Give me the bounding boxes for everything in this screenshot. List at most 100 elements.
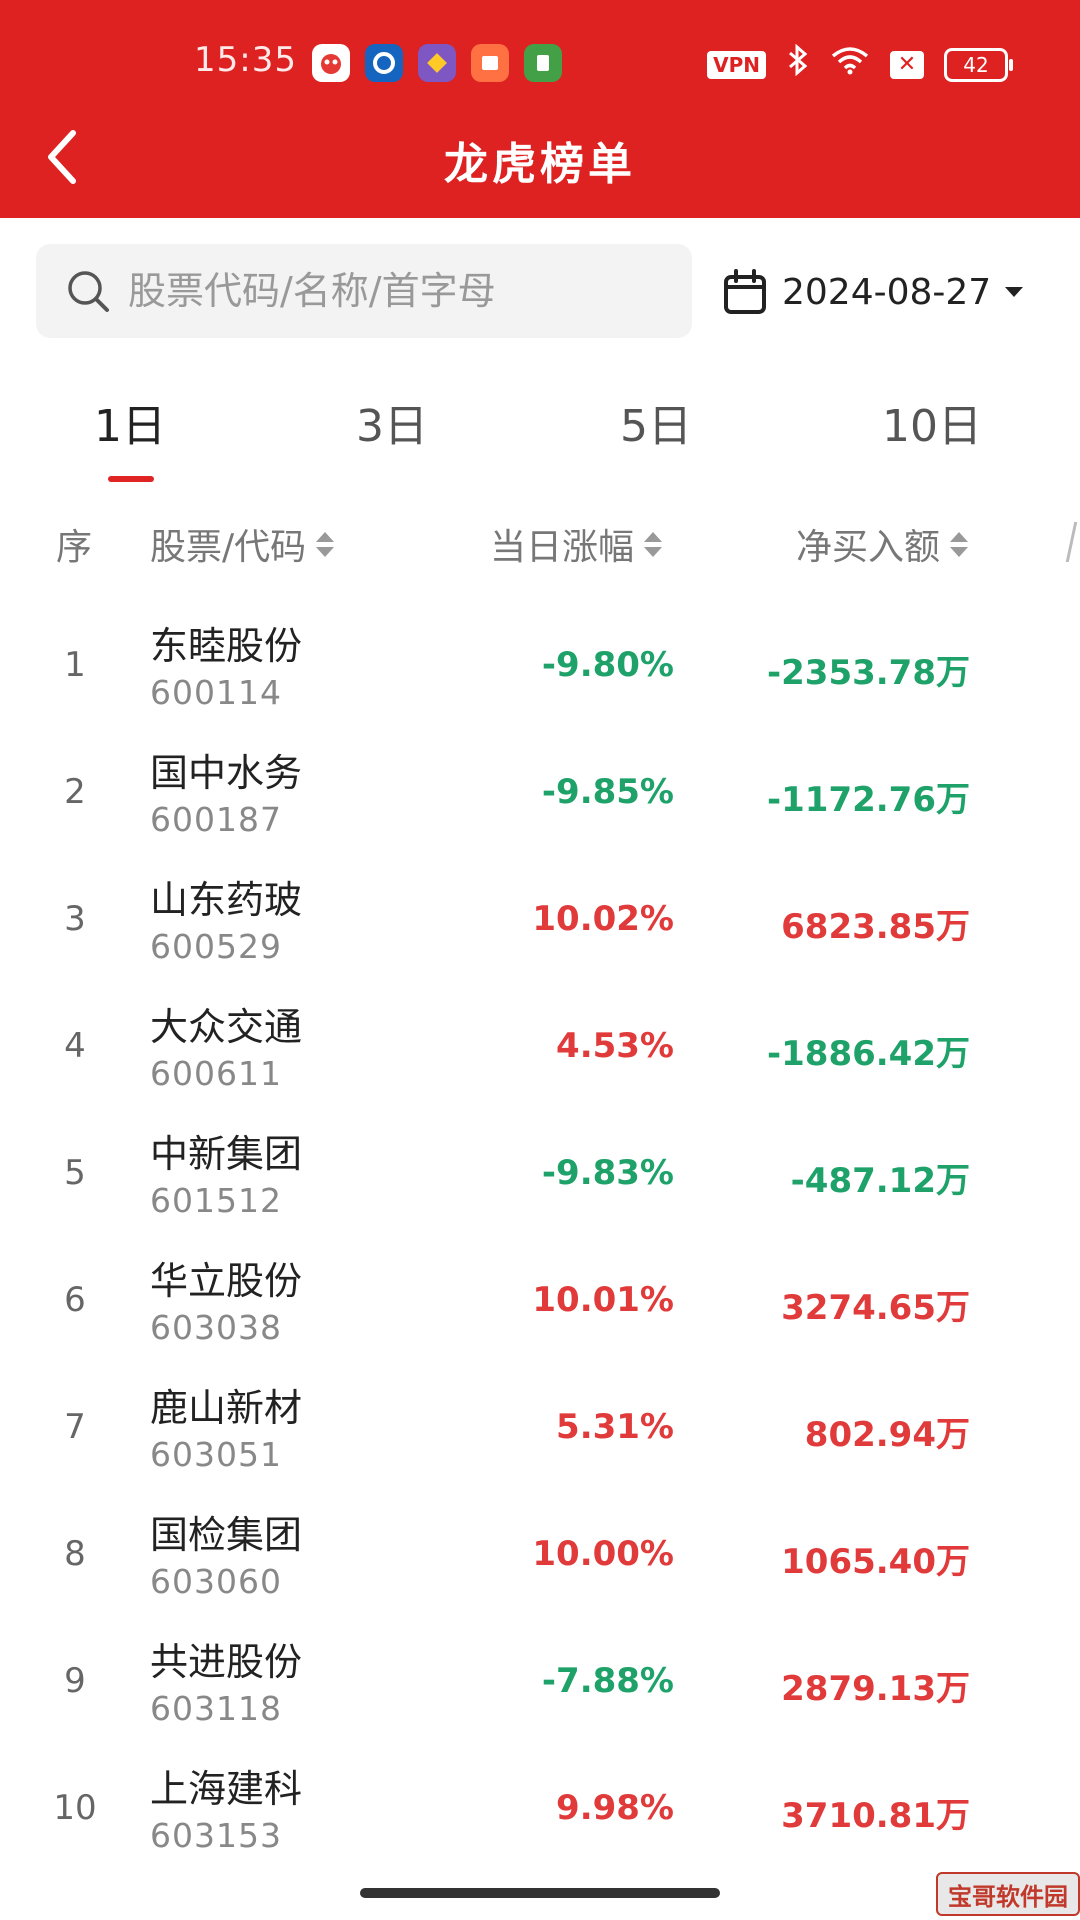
status-bar: 15:35 VPN ✕ 42 [0, 0, 1080, 120]
stock-code: 600529 [150, 927, 282, 966]
row-rank: 5 [64, 1153, 86, 1193]
column-change[interactable]: 当日涨幅 [490, 518, 663, 570]
table-row[interactable]: 6 华立股份 603038 10.01% 3274.65万 [0, 1240, 1080, 1366]
daily-change: -9.80% [541, 645, 674, 685]
net-buy-amount: 6823.85万 [781, 907, 970, 947]
net-buy-amount: 2879.13万 [781, 1669, 970, 1709]
daily-change: 10.00% [532, 1534, 674, 1574]
stock-code: 600611 [150, 1054, 282, 1093]
watermark-logo: 宝哥软件园 [936, 1872, 1080, 1916]
tab-3d[interactable]: 3日 [322, 390, 462, 454]
status-time: 15:35 [194, 40, 297, 80]
app-notification-icon [524, 44, 562, 82]
net-buy-amount: 3274.65万 [781, 1288, 970, 1328]
app-notification-icon [312, 44, 350, 82]
net-buy-amount: -1886.42万 [767, 1034, 970, 1074]
caret-down-icon [1005, 287, 1024, 297]
row-rank: 9 [64, 1661, 86, 1701]
table-row[interactable]: 10 上海建科 603153 9.98% 3710.81万 [0, 1748, 1080, 1874]
active-tab-indicator [108, 476, 154, 482]
tab-5d[interactable]: 5日 [586, 390, 726, 454]
daily-change: -9.85% [541, 772, 674, 812]
tab-1d[interactable]: 1日 [60, 390, 200, 454]
period-tabs: 1日 3日 5日 10日 [0, 390, 1080, 490]
stock-name: 上海建科 [150, 1767, 303, 1811]
page-title: 龙虎榜单 [444, 139, 636, 190]
net-buy-amount: 3710.81万 [781, 1796, 970, 1836]
search-icon [68, 271, 109, 312]
stock-code: 601512 [150, 1181, 282, 1220]
search-box[interactable] [36, 244, 692, 338]
net-buy-amount: 802.94万 [804, 1415, 970, 1455]
net-buy-amount: -1172.76万 [767, 780, 970, 820]
daily-change: 10.01% [532, 1280, 674, 1320]
app-notification-icon [418, 44, 456, 82]
column-stock-label: 股票/代码 [150, 527, 307, 568]
app-notification-icon [365, 44, 403, 82]
daily-change: 9.98% [556, 1788, 674, 1828]
date-value: 2024-08-27 [782, 271, 992, 313]
net-buy-amount: 1065.40万 [781, 1542, 970, 1582]
bluetooth-icon [786, 43, 810, 85]
stock-name: 国检集团 [150, 1513, 303, 1557]
daily-change: 4.53% [556, 1026, 674, 1066]
home-indicator[interactable] [360, 1888, 720, 1898]
row-rank: 7 [64, 1407, 86, 1447]
row-rank: 8 [64, 1534, 86, 1574]
daily-change: 5.31% [556, 1407, 674, 1447]
table-row[interactable]: 7 鹿山新材 603051 5.31% 802.94万 [0, 1367, 1080, 1493]
row-rank: 10 [53, 1788, 97, 1828]
stock-name: 共进股份 [150, 1640, 303, 1684]
tab-10d[interactable]: 10日 [862, 390, 1002, 454]
net-buy-amount: -2353.78万 [767, 653, 970, 693]
table-row[interactable]: 2 国中水务 600187 -9.85% -1172.76万 [0, 732, 1080, 858]
table-row[interactable]: 8 国检集团 603060 10.00% 1065.40万 [0, 1494, 1080, 1620]
stock-code: 600114 [150, 673, 282, 712]
column-rank: 序 [56, 518, 92, 570]
battery-icon: 42 [944, 47, 1013, 82]
stock-name: 中新集团 [150, 1132, 303, 1176]
table-header: 序 股票/代码 当日涨幅 净买入额 [0, 518, 1080, 578]
notification-icons [312, 44, 562, 82]
row-rank: 1 [64, 645, 86, 685]
net-buy-amount: -487.12万 [790, 1161, 970, 1201]
stock-code: 603038 [150, 1308, 282, 1347]
sort-icon [316, 531, 335, 557]
row-rank: 3 [64, 899, 86, 939]
table-row[interactable]: 3 山东药玻 600529 10.02% 6823.85万 [0, 859, 1080, 985]
date-picker[interactable]: 2024-08-27 [722, 262, 1024, 322]
column-rank-label: 序 [56, 527, 93, 568]
row-rank: 6 [64, 1280, 86, 1320]
table-row[interactable]: 4 大众交通 600611 4.53% -1886.42万 [0, 986, 1080, 1112]
table-row[interactable]: 5 中新集团 601512 -9.83% -487.12万 [0, 1113, 1080, 1239]
more-columns-hint [1065, 522, 1080, 562]
app-notification-icon [471, 44, 509, 82]
stock-code: 600187 [150, 800, 282, 839]
sort-icon [950, 531, 969, 557]
row-rank: 4 [64, 1026, 86, 1066]
daily-change: -9.83% [541, 1153, 674, 1193]
daily-change: -7.88% [541, 1661, 674, 1701]
search-input[interactable] [126, 268, 650, 314]
column-change-label: 当日涨幅 [490, 527, 635, 568]
calendar-icon [724, 269, 766, 314]
table-row[interactable]: 9 共进股份 603118 -7.88% 2879.13万 [0, 1621, 1080, 1747]
row-rank: 2 [64, 772, 86, 812]
stock-name: 大众交通 [150, 1005, 303, 1049]
stock-code: 603118 [150, 1689, 282, 1728]
no-sim-icon: ✕ [890, 50, 924, 79]
stock-code: 603060 [150, 1562, 282, 1601]
daily-change: 10.02% [532, 899, 674, 939]
stock-name: 国中水务 [150, 751, 303, 795]
stock-name: 东睦股份 [150, 624, 303, 668]
column-net-buy[interactable]: 净买入额 [796, 518, 969, 570]
stock-code: 603153 [150, 1816, 282, 1855]
app-header: 15:35 VPN ✕ 42 龙虎榜单 [0, 0, 1080, 218]
status-indicators: VPN ✕ 42 [707, 43, 1013, 85]
table-row[interactable]: 1 东睦股份 600114 -9.80% -2353.78万 [0, 605, 1080, 731]
column-net-buy-label: 净买入额 [796, 527, 941, 568]
stock-name: 山东药玻 [150, 878, 303, 922]
stock-name: 鹿山新材 [150, 1386, 303, 1430]
column-stock[interactable]: 股票/代码 [150, 518, 335, 570]
stock-code: 603051 [150, 1435, 282, 1474]
